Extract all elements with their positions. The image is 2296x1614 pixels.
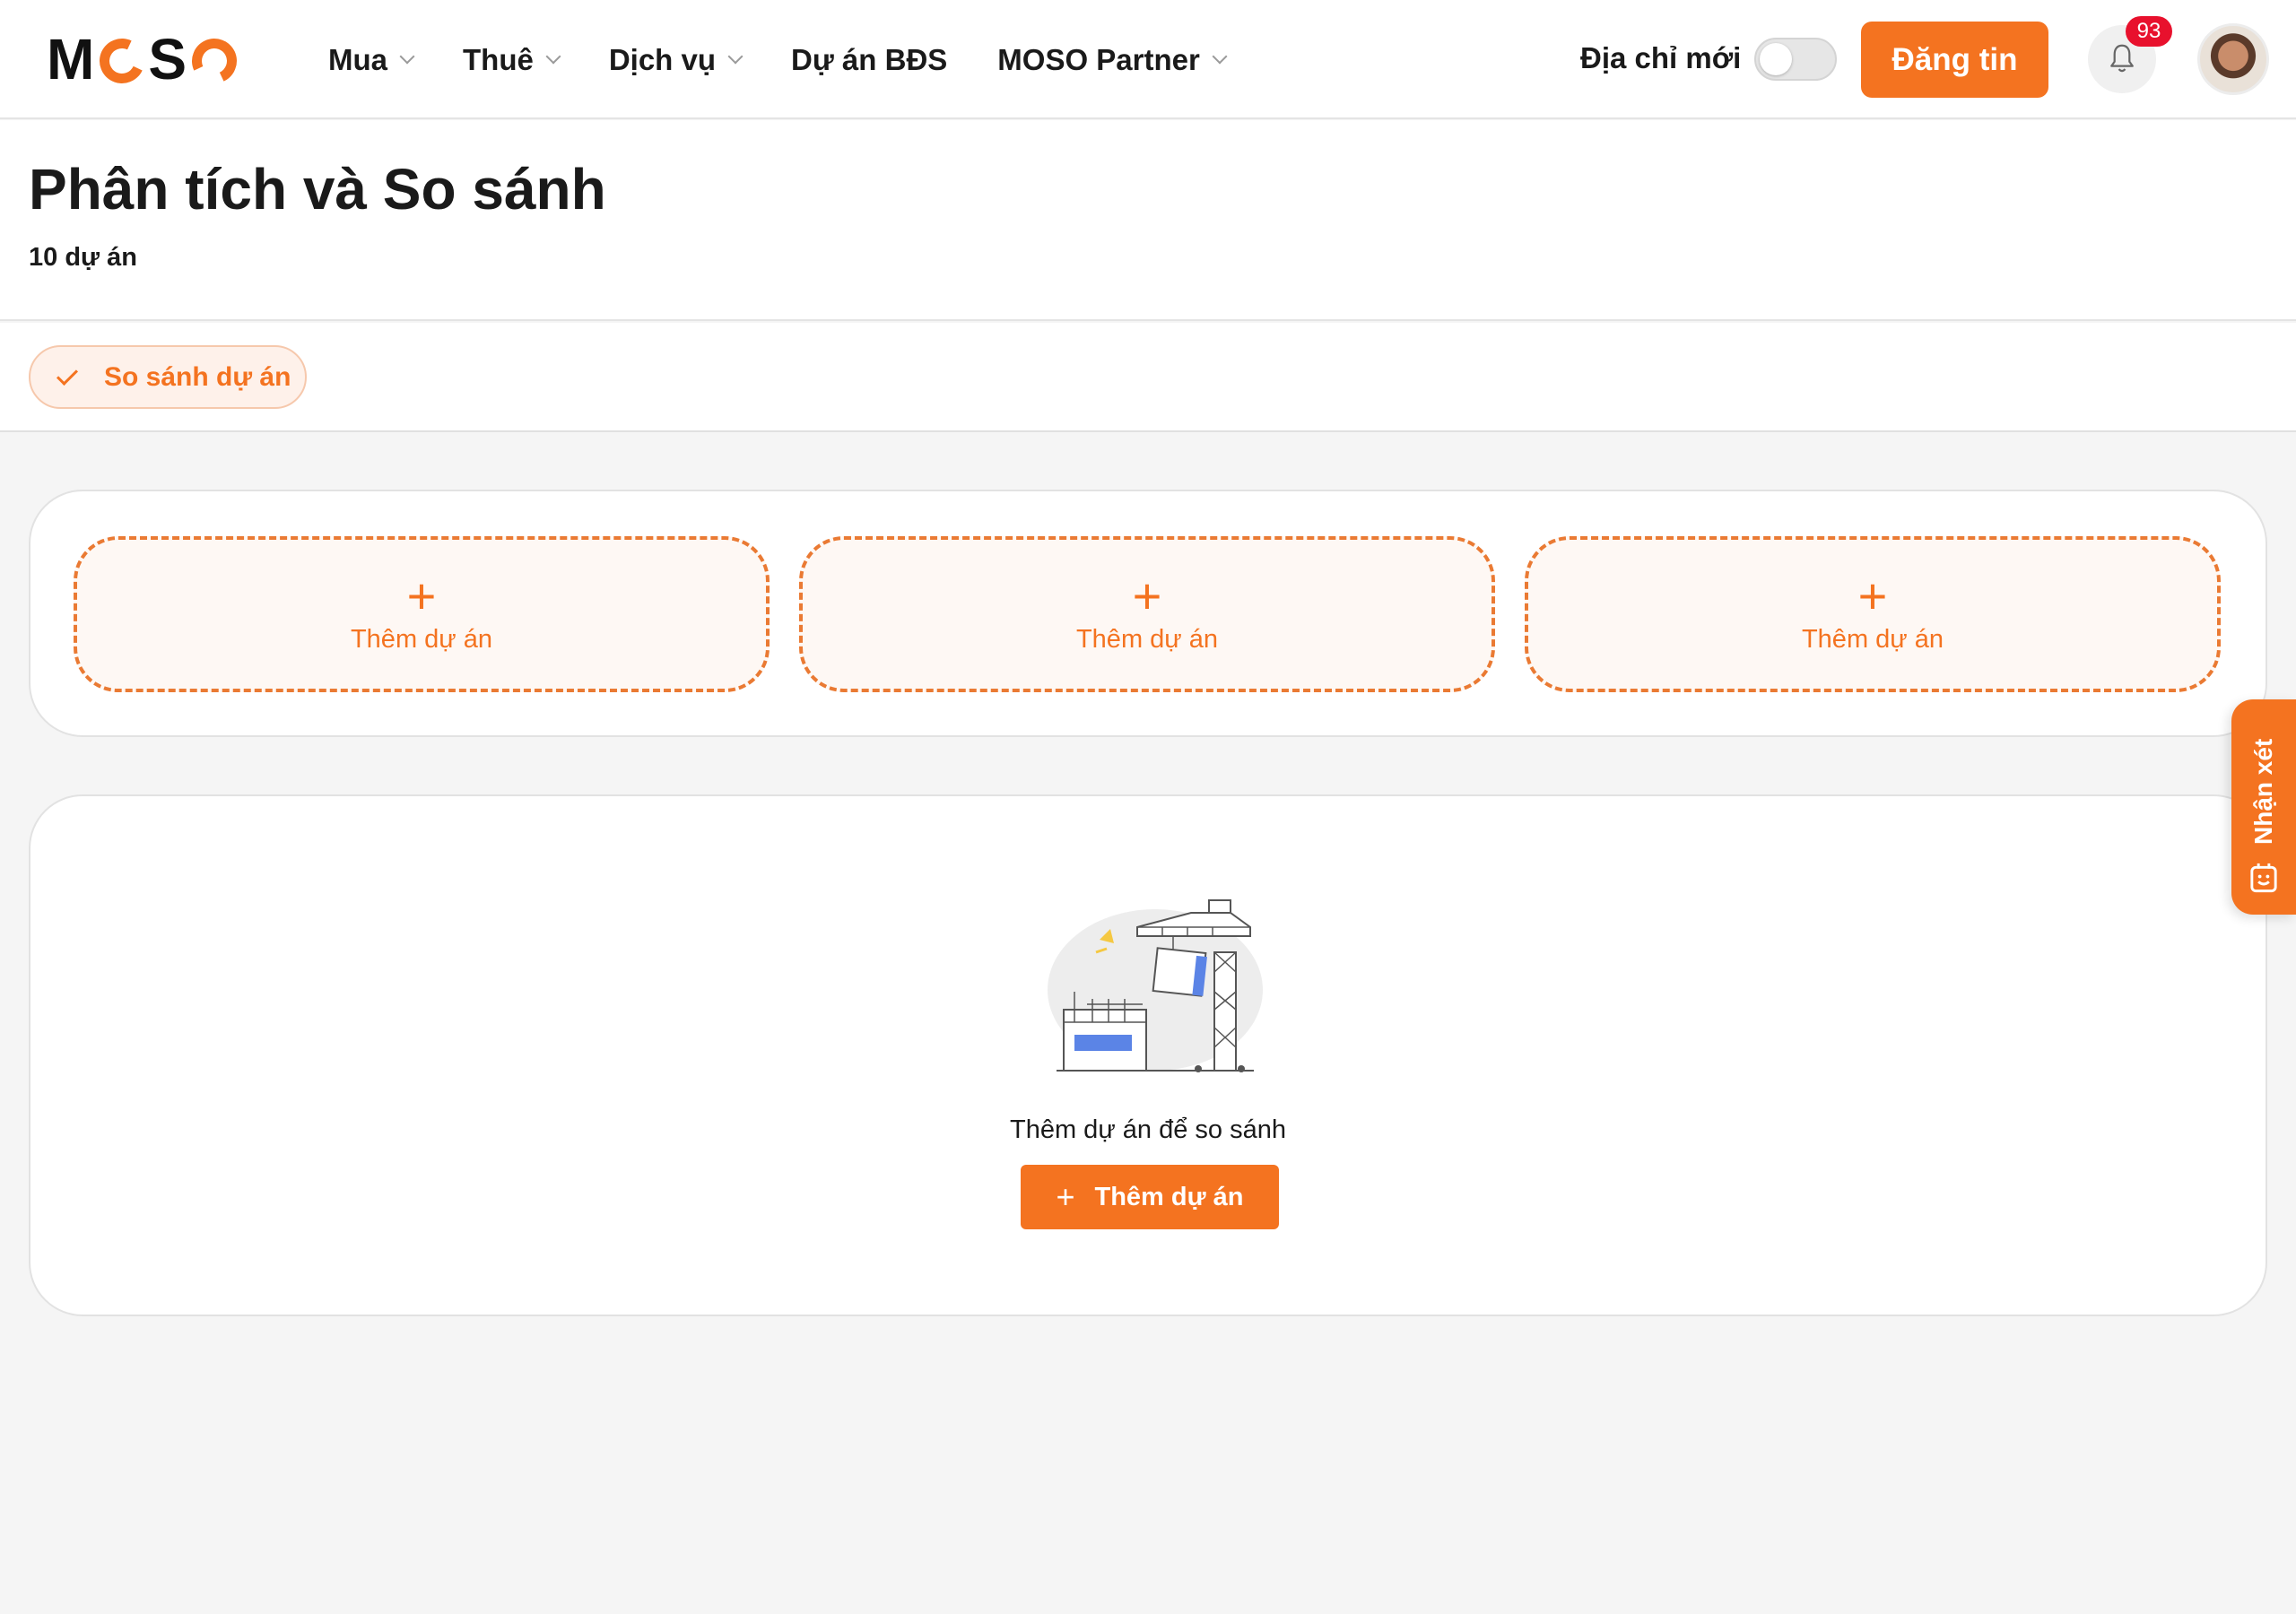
slot-label: Thêm dự án [1075, 624, 1219, 654]
nav-item-mua[interactable]: Mua [328, 43, 415, 77]
project-count: 10 dự án [29, 243, 137, 272]
chevron-down-icon [399, 48, 415, 65]
add-project-slot-1[interactable]: + Thêm dự án [74, 536, 770, 692]
check-icon [56, 363, 79, 386]
add-project-slot-2[interactable]: + Thêm dự án [799, 536, 1495, 692]
post-listing-button[interactable]: Đăng tin [1861, 22, 2048, 98]
top-header: MS Mua Thuê Dịch vụ Dự án BĐS MOSO Partn… [0, 0, 2296, 119]
main-nav: Mua Thuê Dịch vụ Dự án BĐS MOSO Partner [328, 36, 1275, 84]
notification-count-badge: 93 [2126, 16, 2172, 47]
new-address-label: Địa chỉ mới [1580, 41, 1742, 74]
moso-logo[interactable]: MS [47, 27, 244, 91]
nav-item-label: MOSO Partner [997, 43, 1200, 76]
feedback-tab[interactable]: Nhận xét [2231, 699, 2296, 915]
nav-item-dich-vu[interactable]: Dịch vụ [608, 43, 744, 77]
nav-item-label: Mua [328, 43, 387, 76]
tab-bar: So sánh dự án [0, 323, 2296, 432]
plus-icon: + [1857, 567, 1888, 624]
page-title: Phân tích và So sánh [29, 157, 606, 221]
nav-item-du-an-bds[interactable]: Dự án BĐS [791, 43, 947, 77]
construction-crane-illustration [1048, 899, 1263, 1072]
add-project-button[interactable]: + Thêm dự án [1021, 1165, 1279, 1229]
empty-state-card: Thêm dự án để so sánh + Thêm dự án [29, 794, 2267, 1316]
nav-item-label: Dự án BĐS [791, 43, 948, 76]
toggle-knob [1760, 43, 1792, 75]
tab-label: So sánh dự án [104, 361, 291, 392]
chevron-down-icon [545, 48, 561, 65]
empty-state-message: Thêm dự án để so sánh [1010, 1115, 1286, 1144]
add-project-slot-3[interactable]: + Thêm dự án [1525, 536, 2221, 692]
chevron-down-icon [1212, 48, 1228, 65]
add-project-button-label: Thêm dự án [1094, 1182, 1244, 1211]
nav-item-label: Dịch vụ [608, 43, 717, 76]
feedback-smile-icon [2250, 863, 2277, 893]
plus-icon: + [1132, 567, 1162, 624]
feedback-label: Nhận xét [2249, 738, 2277, 845]
chevron-down-icon [727, 48, 744, 65]
page-header: Phân tích và So sánh 10 dự án [0, 120, 2296, 321]
new-address-toggle[interactable] [1754, 38, 1837, 81]
slot-label: Thêm dự án [1801, 624, 1944, 654]
compare-slots-card: + Thêm dự án + Thêm dự án + Thêm dự án [29, 490, 2267, 737]
nav-item-moso-partner[interactable]: MOSO Partner [997, 43, 1228, 77]
nav-item-thue[interactable]: Thuê [463, 43, 561, 77]
user-avatar[interactable] [2197, 23, 2269, 95]
tab-compare-projects[interactable]: So sánh dự án [29, 345, 307, 409]
bell-icon [2110, 44, 2134, 73]
slot-label: Thêm dự án [350, 624, 493, 654]
nav-item-label: Thuê [463, 43, 534, 76]
plus-icon: + [406, 567, 437, 624]
plus-icon: + [1056, 1178, 1075, 1215]
